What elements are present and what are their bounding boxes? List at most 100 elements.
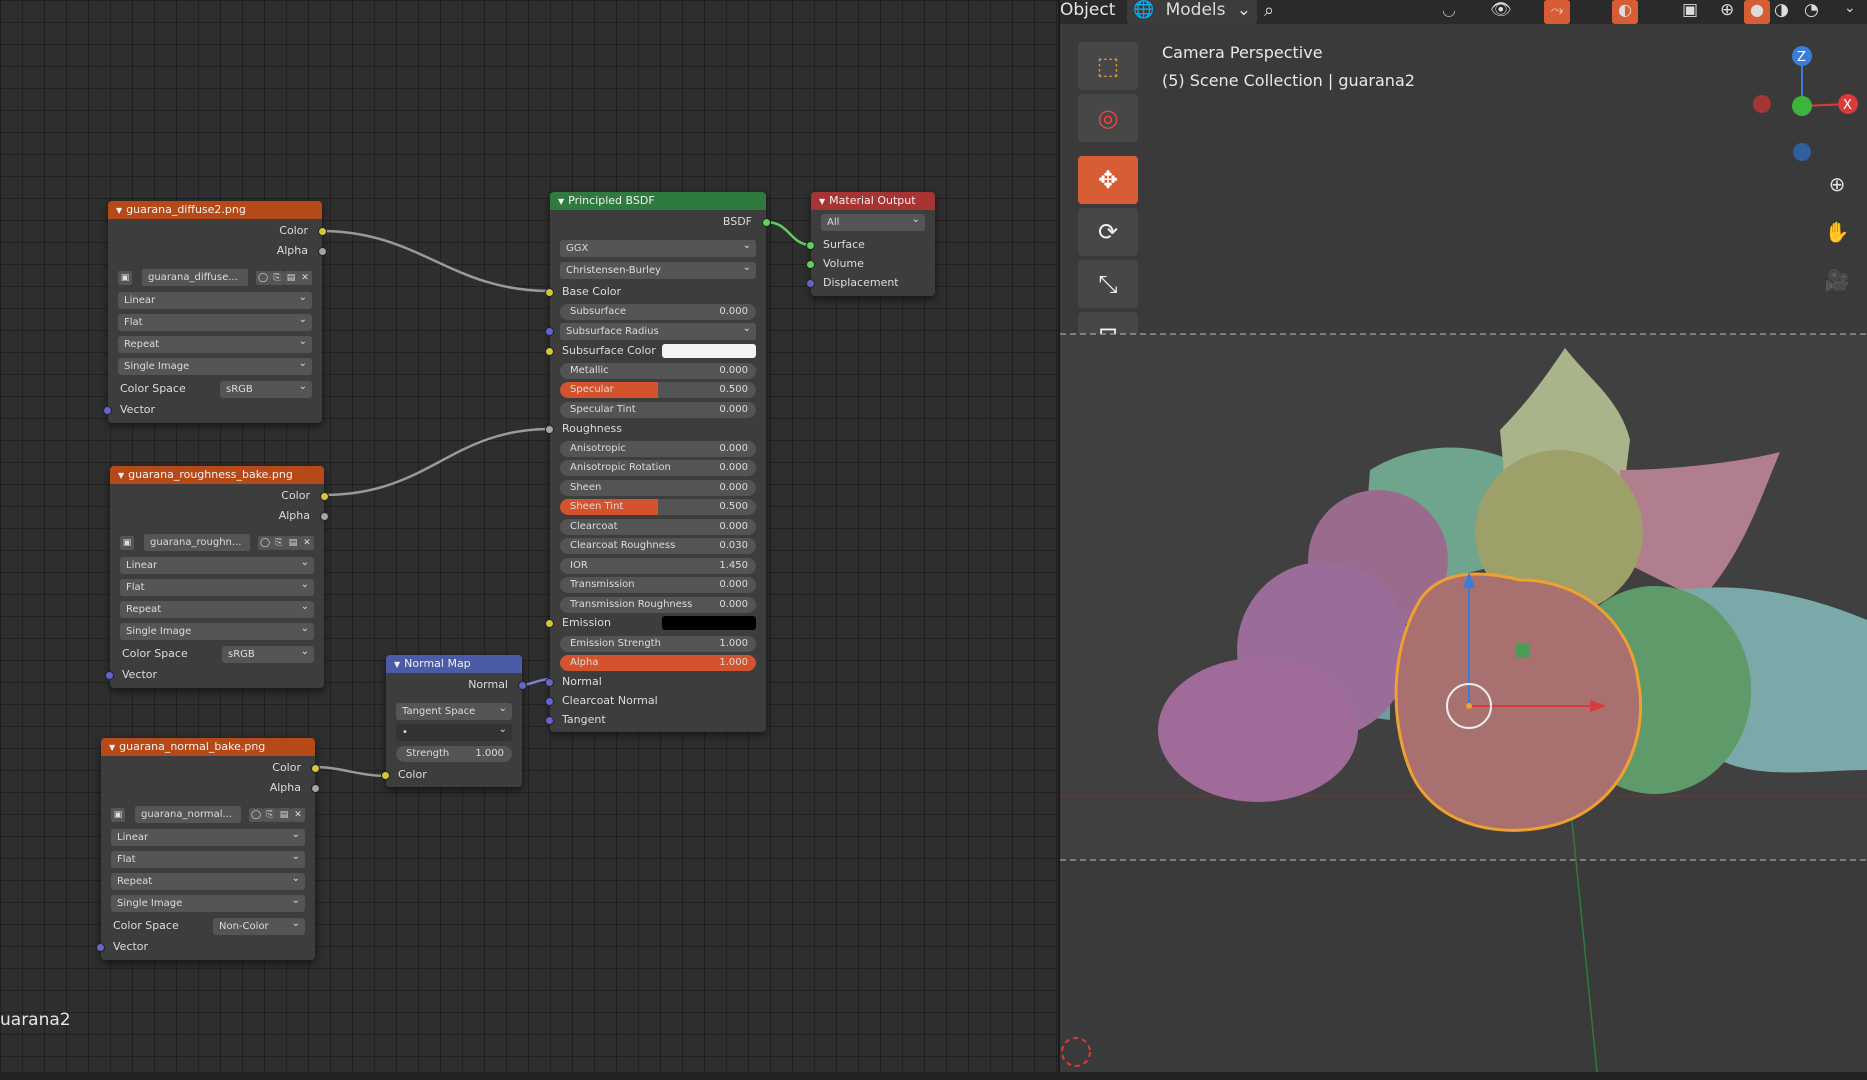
subsurface-field[interactable]: Subsurface 0.000 [560, 304, 756, 320]
collapse-icon[interactable]: ▼ [116, 206, 122, 215]
3d-viewport[interactable]: ‹ Object 🌐 Models ⌄ ⌕ ◡ 👁 ⤳ ◐ ▣ ⊕ ● ◑ ◔ … [1060, 0, 1867, 1072]
socket-color-out[interactable] [320, 492, 329, 501]
transmission-field[interactable]: Transmission 0.000 [560, 577, 756, 593]
socket-volume-in[interactable] [806, 260, 815, 269]
extension-dropdown[interactable]: Repeat [120, 598, 314, 618]
interpolation-dropdown[interactable]: Linear [120, 554, 314, 574]
normal-map-node[interactable]: ▼ Normal Map Normal Tangent Space • Stren… [381, 655, 527, 787]
socket-in[interactable] [545, 327, 554, 336]
socket-normal-in[interactable] [545, 678, 554, 687]
anisotropic-field[interactable]: Anisotropic 0.000 [560, 441, 756, 457]
socket-displacement-in[interactable] [806, 279, 815, 288]
socket-bsdf-out[interactable] [762, 218, 771, 227]
socket-alpha-out[interactable] [318, 247, 327, 256]
subsurface-method-dropdown[interactable]: Christensen-Burley [560, 259, 756, 279]
fake-user-icon[interactable]: ◯ [258, 536, 272, 550]
collapse-icon[interactable]: ▼ [394, 660, 400, 669]
open-folder-icon[interactable]: ▤ [277, 808, 291, 822]
socket-alpha-out[interactable] [311, 784, 320, 793]
close-icon[interactable]: ✕ [300, 536, 314, 550]
socket-emission-in[interactable] [545, 619, 554, 628]
target-dropdown[interactable]: All [821, 211, 925, 231]
subsurface-radius-dropdown[interactable]: Subsurface Radius [545, 320, 756, 340]
projection-dropdown[interactable]: Flat [120, 576, 314, 596]
socket-alpha-out[interactable] [320, 512, 329, 521]
image-name-field[interactable]: guarana_normal... [135, 806, 241, 823]
image-selector[interactable]: ▣ guarana_diffuse... ◯ ⎘ ▤ ✕ [118, 269, 312, 286]
interpolation-dropdown[interactable]: Linear [118, 289, 312, 309]
image-browse-icon[interactable]: ▣ [120, 536, 134, 550]
collapse-icon[interactable]: ▼ [118, 471, 124, 480]
uv-map-field[interactable]: • [396, 721, 512, 741]
node-header[interactable]: ▼ Principled BSDF [550, 192, 766, 210]
ior-field[interactable]: IOR 1.450 [560, 558, 756, 574]
fake-user-icon[interactable]: ◯ [249, 808, 263, 822]
extension-dropdown[interactable]: Repeat [118, 333, 312, 353]
socket-color-in[interactable] [381, 771, 390, 780]
colorspace-dropdown[interactable]: Non-Color [213, 915, 305, 935]
distribution-dropdown[interactable]: GGX [560, 237, 756, 257]
image-selector[interactable]: ▣ guarana_roughn... ◯ ⎘ ▤ ✕ [120, 534, 314, 551]
emission-strength-field[interactable]: Emission Strength 1.000 [560, 636, 756, 652]
collapse-icon[interactable]: ▼ [109, 743, 115, 752]
projection-dropdown[interactable]: Flat [111, 848, 305, 868]
material-output-node[interactable]: ▼ Material Output All Surface Volume Disp… [806, 192, 935, 296]
colorspace-dropdown[interactable]: sRGB [222, 643, 314, 663]
space-dropdown[interactable]: Tangent Space [396, 700, 512, 720]
collapse-icon[interactable]: ▼ [819, 197, 825, 206]
anisotropic-rotation-field[interactable]: Anisotropic Rotation 0.000 [560, 460, 756, 476]
node-header[interactable]: ▼ guarana_diffuse2.png [108, 201, 322, 219]
image-name-field[interactable]: guarana_diffuse... [142, 269, 248, 286]
image-name-field[interactable]: guarana_roughn... [144, 534, 250, 551]
clearcoat-roughness-field[interactable]: Clearcoat Roughness 0.030 [560, 538, 756, 554]
sheen-field[interactable]: Sheen 0.000 [560, 480, 756, 496]
shader-node-editor[interactable]: ▼ guarana_diffuse2.png Color Alpha ▣ guara… [0, 0, 1058, 1072]
image-browse-icon[interactable]: ▣ [118, 271, 132, 285]
interpolation-dropdown[interactable]: Linear [111, 826, 305, 846]
node-header[interactable]: ▼ guarana_normal_bake.png [101, 738, 315, 756]
principled-bsdf-node[interactable]: ▼ Principled BSDF BSDF GGX Christensen-Bu… [545, 192, 771, 732]
metallic-field[interactable]: Metallic 0.000 [560, 363, 756, 379]
image-texture-node-diffuse[interactable]: ▼ guarana_diffuse2.png Color Alpha ▣ guara… [103, 201, 327, 423]
socket-tangent-in[interactable] [545, 716, 554, 725]
strength-field[interactable]: Strength 1.000 [396, 746, 512, 762]
socket-subsurface-color-in[interactable] [545, 347, 554, 356]
subsurface-color-swatch[interactable] [662, 344, 756, 358]
socket-clearcoat-normal-in[interactable] [545, 697, 554, 706]
sheen-tint-field[interactable]: Sheen Tint 0.500 [560, 499, 756, 515]
colorspace-dropdown[interactable]: sRGB [220, 378, 312, 398]
source-dropdown[interactable]: Single Image [118, 355, 312, 375]
socket-roughness-in[interactable] [545, 425, 554, 434]
socket-vector-in[interactable] [96, 943, 105, 952]
projection-dropdown[interactable]: Flat [118, 311, 312, 331]
source-dropdown[interactable]: Single Image [111, 892, 305, 912]
open-folder-icon[interactable]: ▤ [284, 271, 298, 285]
selected-fruit-guarana2[interactable] [1394, 572, 1643, 832]
socket-color-out[interactable] [318, 227, 327, 236]
socket-color-out[interactable] [311, 764, 320, 773]
socket-vector-in[interactable] [103, 406, 112, 415]
close-icon[interactable]: ✕ [298, 271, 312, 285]
gizmo-yz-plane[interactable] [1516, 644, 1530, 658]
image-texture-node-normal[interactable]: ▼ guarana_normal_bake.png Color Alpha ▣ gu… [96, 738, 320, 960]
socket-surface-in[interactable] [806, 241, 815, 250]
collapse-icon[interactable]: ▼ [558, 197, 564, 206]
specular-field[interactable]: Specular 0.500 [560, 382, 756, 398]
fake-user-icon[interactable]: ◯ [256, 271, 270, 285]
extension-dropdown[interactable]: Repeat [111, 870, 305, 890]
specular-tint-field[interactable]: Specular Tint 0.000 [560, 402, 756, 418]
image-selector[interactable]: ▣ guarana_normal... ◯ ⎘ ▤ ✕ [111, 806, 305, 823]
new-image-icon[interactable]: ⎘ [272, 536, 286, 550]
close-icon[interactable]: ✕ [291, 808, 305, 822]
transmission-roughness-field[interactable]: Transmission Roughness 0.000 [560, 597, 756, 613]
node-header[interactable]: ▼ Material Output [811, 192, 935, 210]
open-folder-icon[interactable]: ▤ [286, 536, 300, 550]
new-image-icon[interactable]: ⎘ [263, 808, 277, 822]
alpha-field[interactable]: Alpha 1.000 [560, 655, 756, 671]
new-image-icon[interactable]: ⎘ [270, 271, 284, 285]
node-header[interactable]: ▼ Normal Map [386, 655, 522, 673]
source-dropdown[interactable]: Single Image [120, 620, 314, 640]
emission-color-swatch[interactable] [662, 616, 756, 630]
clearcoat-field[interactable]: Clearcoat 0.000 [560, 519, 756, 535]
socket-vector-in[interactable] [105, 671, 114, 680]
